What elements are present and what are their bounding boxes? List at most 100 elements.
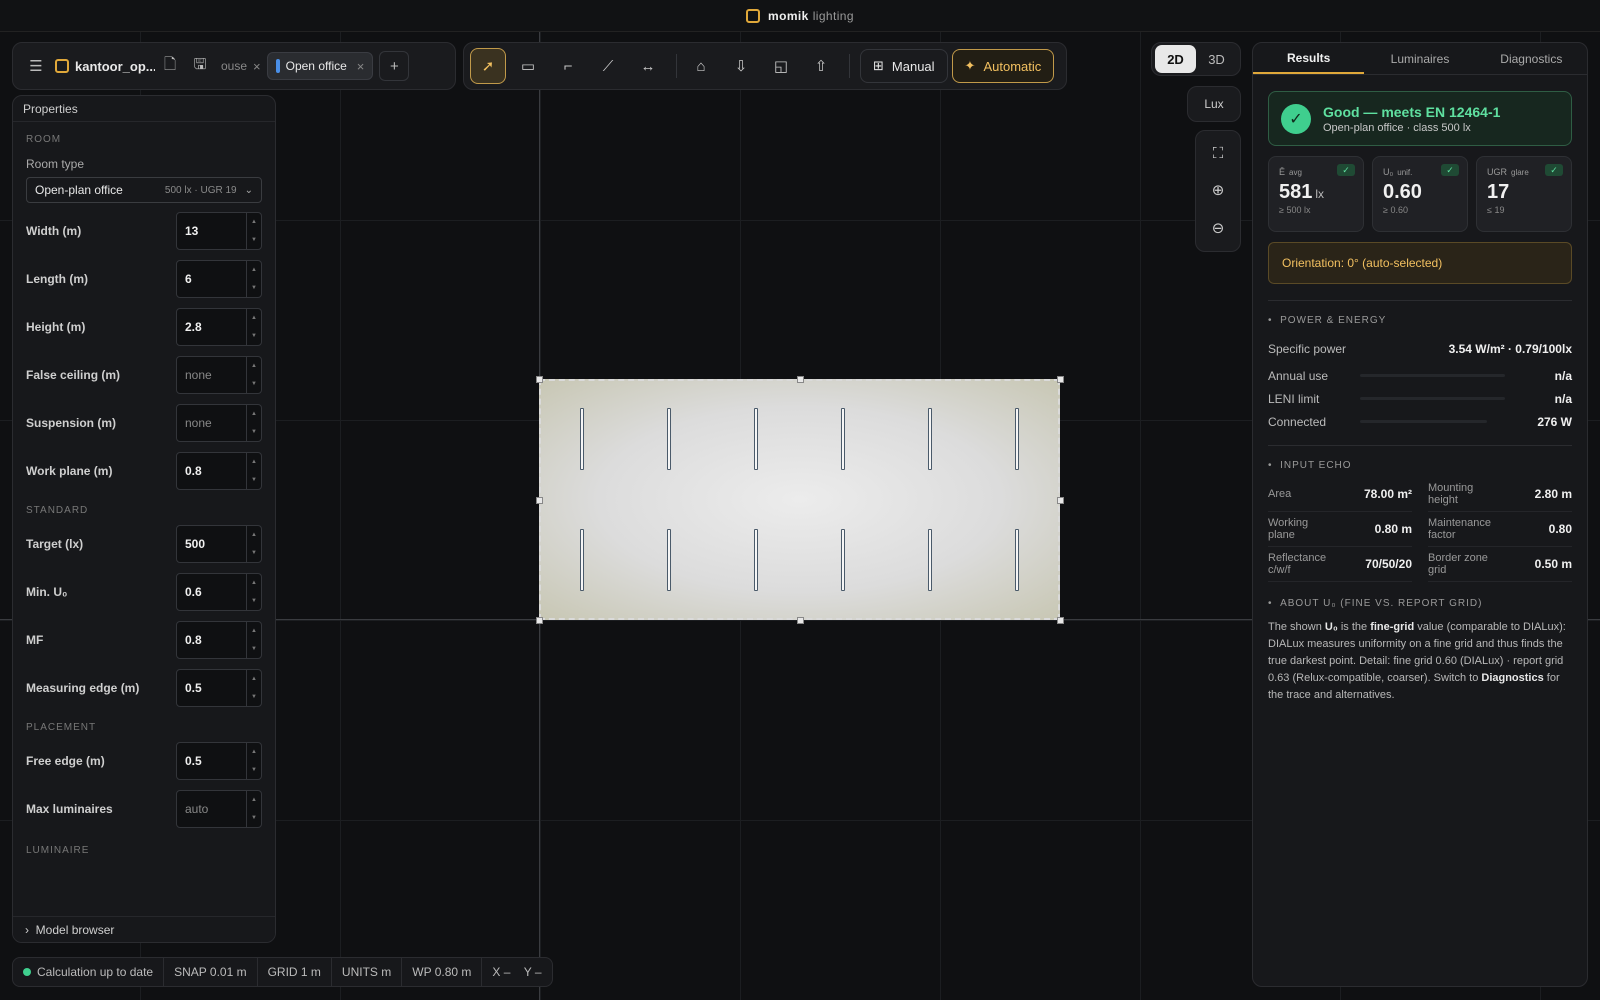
luminaire[interactable] <box>840 408 845 471</box>
section-standard: STANDARD <box>26 505 89 516</box>
tab-luminaires[interactable]: Luminaires <box>1364 43 1475 74</box>
luminaire[interactable] <box>580 408 585 471</box>
project-logo-icon <box>55 59 69 73</box>
layout-file-icon[interactable]: ◱ <box>763 48 799 84</box>
luminaire[interactable] <box>927 408 932 471</box>
resize-handle[interactable] <box>1057 376 1064 383</box>
resize-handle[interactable] <box>1057 496 1064 504</box>
manual-label: Manual <box>891 58 935 74</box>
snap-status[interactable]: SNAP 0.01 m <box>164 958 258 986</box>
stepper-arrows-icon[interactable]: ▲ ▼ <box>246 357 261 393</box>
number-input[interactable]: 0.8 ▲ ▼ <box>176 452 262 490</box>
luminaire[interactable] <box>1014 408 1019 471</box>
luminaire[interactable] <box>667 408 672 471</box>
grid-status[interactable]: GRID 1 m <box>258 958 332 986</box>
view-3d-button[interactable]: 3D <box>1196 45 1237 73</box>
resize-handle[interactable] <box>1057 617 1064 624</box>
resize-handle[interactable] <box>796 617 804 624</box>
number-input[interactable]: 13 ▲ ▼ <box>176 212 262 250</box>
luminaire[interactable] <box>1014 528 1019 591</box>
number-input[interactable]: 0.5 ▲ ▼ <box>176 669 262 707</box>
tab-house[interactable]: ouse <box>221 59 247 73</box>
tab-open-office[interactable]: Open office × <box>266 52 374 80</box>
measure-icon[interactable]: ↔ <box>630 48 666 84</box>
luminaire[interactable] <box>667 528 672 591</box>
add-tab-icon[interactable]: + <box>379 51 410 81</box>
tab-results[interactable]: Results <box>1253 43 1365 74</box>
luminaire-place-icon[interactable]: ⌂ <box>683 48 719 84</box>
specific-power-row: Specific power 3.54 W/m² · 0.79/100lx <box>1268 334 1572 364</box>
l-shape-room-icon[interactable]: ⌐ <box>550 48 586 84</box>
luminaire[interactable] <box>840 528 845 591</box>
echo-value: 0.80 <box>1548 522 1572 536</box>
check-circle-icon: ✓ <box>1281 103 1311 134</box>
power-heading-text: POWER & ENERGY <box>1280 315 1387 326</box>
select-pointer-icon[interactable]: ➚ <box>470 48 506 84</box>
stepper-arrows-icon[interactable]: ▲ ▼ <box>246 622 261 658</box>
number-input[interactable]: auto ▲ ▼ <box>176 790 262 828</box>
stepper-arrows-icon[interactable]: ▲ ▼ <box>246 574 261 610</box>
model-browser-toggle[interactable]: › Model browser <box>13 916 275 942</box>
polyline-icon[interactable]: ⟋ <box>590 48 626 84</box>
rectangle-room-icon[interactable]: ▭ <box>510 48 546 84</box>
input-value: 0.5 <box>185 681 202 695</box>
number-input[interactable]: 0.6 ▲ ▼ <box>176 573 262 611</box>
number-input[interactable]: 500 ▲ ▼ <box>176 525 262 563</box>
import-file-icon[interactable]: ⇩ <box>723 48 759 84</box>
save-file-icon[interactable]: 🖫 <box>185 51 215 81</box>
stepper-arrows-icon[interactable]: ▲ ▼ <box>246 453 261 489</box>
resize-handle[interactable] <box>536 617 543 624</box>
stepper-arrows-icon[interactable]: ▲ ▼ <box>246 670 261 706</box>
luminaire[interactable] <box>754 408 759 471</box>
stepper-arrows-icon[interactable]: ▲ ▼ <box>246 309 261 345</box>
number-input[interactable]: none ▲ ▼ <box>176 356 262 394</box>
number-input[interactable]: 0.8 ▲ ▼ <box>176 621 262 659</box>
close-tab-icon[interactable]: × <box>253 59 261 74</box>
luminaire[interactable] <box>580 528 585 591</box>
number-input[interactable]: 2.8 ▲ ▼ <box>176 308 262 346</box>
zoom-out-icon[interactable]: ⊖ <box>1212 219 1225 237</box>
zoom-in-icon[interactable]: ⊕ <box>1212 181 1225 199</box>
export-file-icon[interactable]: ⇧ <box>803 48 839 84</box>
stepper-arrows-icon[interactable]: ▲ ▼ <box>246 526 261 562</box>
input-value: 6 <box>185 272 192 286</box>
number-input[interactable]: 0.5 ▲ ▼ <box>176 742 262 780</box>
manual-mode-button[interactable]: ⊞ Manual <box>860 49 948 83</box>
lux-overlay-button[interactable]: Lux <box>1187 86 1241 122</box>
close-tab-icon[interactable]: × <box>357 59 365 74</box>
energy-row: Annual use n/a <box>1268 364 1572 387</box>
luminaire[interactable] <box>754 528 759 591</box>
app-titlebar: momik lighting <box>0 0 1600 32</box>
metric-requirement: ≥ 500 lx <box>1279 205 1311 215</box>
stepper-arrows-icon[interactable]: ▲ ▼ <box>246 743 261 779</box>
stepper-arrows-icon[interactable]: ▲ ▼ <box>246 261 261 297</box>
luminaire[interactable] <box>927 528 932 591</box>
compliance-banner: ✓ Good — meets EN 12464-1 Open-plan offi… <box>1268 91 1572 146</box>
room-outline[interactable] <box>539 379 1060 620</box>
orientation-note: Orientation: 0° (auto-selected) <box>1268 242 1572 284</box>
room-type-value: Open-plan office <box>35 183 123 197</box>
stepper-arrows-icon[interactable]: ▲ ▼ <box>246 791 261 827</box>
project-name[interactable]: kantoor_op... <box>75 59 155 74</box>
resize-handle[interactable] <box>796 376 804 383</box>
units-status[interactable]: UNITS m <box>332 958 403 986</box>
automatic-mode-button[interactable]: ✦ Automatic <box>951 49 1055 83</box>
stepper-arrows-icon[interactable]: ▲ ▼ <box>246 405 261 441</box>
resize-handle[interactable] <box>536 496 543 504</box>
field-label: Max luminaires <box>26 802 113 816</box>
resize-handle[interactable] <box>536 376 543 383</box>
check-icon: ✓ <box>1441 164 1459 176</box>
new-file-icon[interactable]: 🗋 <box>155 51 185 81</box>
stepper-arrows-icon[interactable]: ▲ ▼ <box>246 213 261 249</box>
field-row: MF 0.8 ▲ ▼ <box>13 616 275 664</box>
tab-diagnostics[interactable]: Diagnostics <box>1476 43 1587 74</box>
field-row: Max luminaires auto ▲ ▼ <box>13 785 275 833</box>
field-row: Length (m) 6 ▲ ▼ <box>13 255 275 303</box>
room-type-select[interactable]: Open-plan office 500 lx · UGR 19 ⌄ <box>26 177 262 203</box>
file-bar: ☰ kantoor_op... 🗋 🖫 ouse × Open office ×… <box>12 42 456 90</box>
menu-icon[interactable]: ☰ <box>21 51 51 81</box>
fit-view-icon[interactable]: ⛶ <box>1213 145 1224 162</box>
number-input[interactable]: 6 ▲ ▼ <box>176 260 262 298</box>
number-input[interactable]: none ▲ ▼ <box>176 404 262 442</box>
view-2d-button[interactable]: 2D <box>1155 45 1196 73</box>
